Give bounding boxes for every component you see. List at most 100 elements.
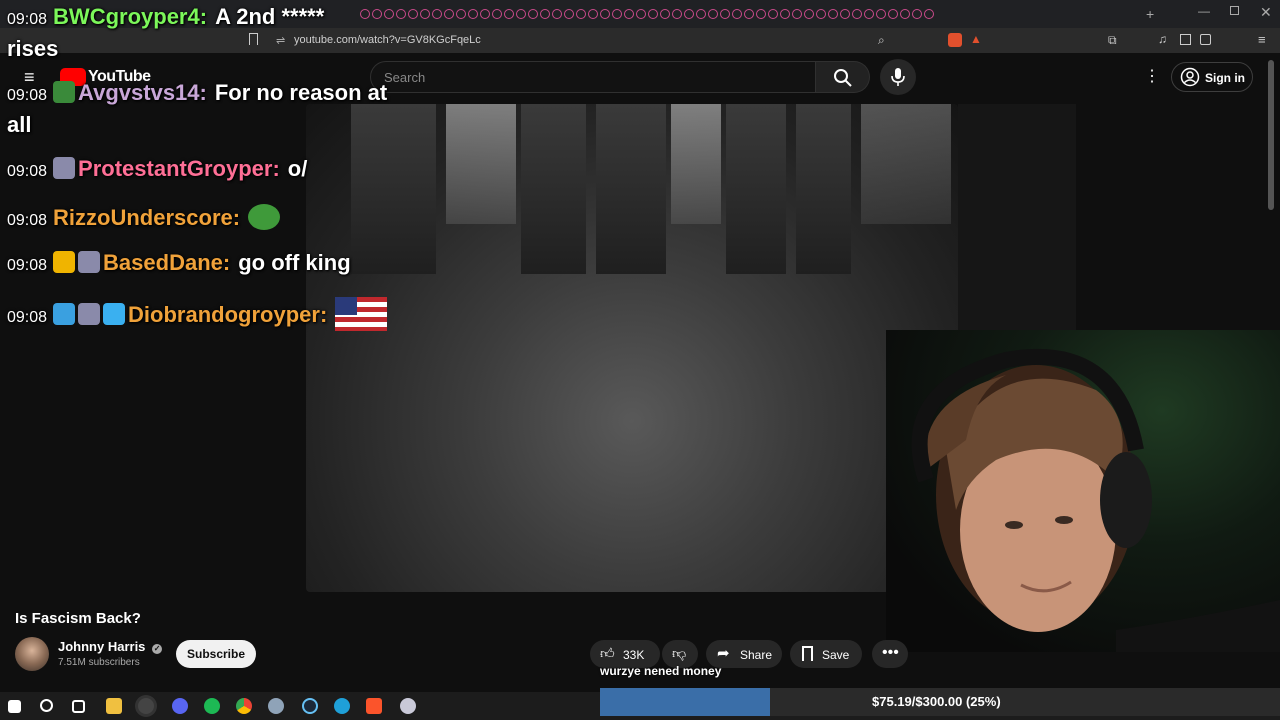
sidebar-icon[interactable] — [1180, 34, 1191, 45]
file-explorer-icon[interactable] — [106, 698, 122, 714]
tab-favicon-icon[interactable] — [768, 9, 778, 19]
steam-icon[interactable] — [302, 698, 318, 714]
tab-favicon-icon[interactable] — [444, 9, 454, 19]
tab-favicon-icon[interactable] — [420, 9, 430, 19]
chat-message-text: o/ — [287, 156, 308, 181]
tab-favicon-icon[interactable] — [816, 9, 826, 19]
tab-favicon-icon[interactable] — [576, 9, 586, 19]
tab-favicon-icon[interactable] — [888, 9, 898, 19]
task-view-icon[interactable] — [72, 700, 85, 713]
taskbar-search-icon[interactable] — [40, 699, 53, 712]
search-input[interactable]: Search — [370, 61, 816, 93]
page-scrollbar[interactable] — [1268, 60, 1274, 210]
streamer-webcam — [886, 330, 1280, 652]
tab-favicon-icon[interactable] — [876, 9, 886, 19]
tab-favicon-icon[interactable] — [720, 9, 730, 19]
windows-start-icon[interactable] — [8, 700, 21, 713]
spotify-icon[interactable] — [204, 698, 220, 714]
tab-favicon-icon[interactable] — [792, 9, 802, 19]
tab-favicon-icon[interactable] — [732, 9, 742, 19]
maximize-icon[interactable] — [1230, 6, 1239, 15]
chat-separator: : — [272, 156, 280, 181]
edge-icon[interactable] — [334, 698, 350, 714]
tab-favicon-icon[interactable] — [864, 9, 874, 19]
app-icon[interactable] — [268, 698, 284, 714]
chat-message-text: For no reason at — [214, 80, 388, 105]
media-icon[interactable]: ♫ — [1158, 32, 1167, 46]
bookmark-icon[interactable] — [249, 33, 258, 45]
chat-message: all — [7, 112, 31, 138]
new-tab-icon[interactable]: + — [1146, 6, 1154, 22]
sign-in-button[interactable]: Sign in — [1171, 62, 1253, 92]
tab-favicon-icon[interactable] — [528, 9, 538, 19]
tab-favicon-icon[interactable] — [540, 9, 550, 19]
wallet-icon[interactable] — [1200, 34, 1211, 45]
chat-username: RizzoUnderscore — [53, 205, 233, 230]
site-info-icon[interactable]: ⇌ — [276, 34, 285, 47]
search-placeholder: Search — [384, 70, 426, 85]
tab-favicon-icon[interactable] — [360, 9, 370, 19]
tab-favicon-icon[interactable] — [588, 9, 598, 19]
channel-name[interactable]: Johnny Harris ✓ — [58, 639, 163, 654]
tab-favicon-icon[interactable] — [744, 9, 754, 19]
search-button[interactable] — [816, 61, 870, 93]
video-player[interactable] — [306, 104, 958, 592]
app-icon-2[interactable] — [400, 698, 416, 714]
tab-favicon-icon[interactable] — [636, 9, 646, 19]
tab-favicon-icon[interactable] — [624, 9, 634, 19]
minimize-icon[interactable]: — — [1198, 4, 1210, 18]
tab-favicon-icon[interactable] — [432, 9, 442, 19]
tab-favicon-icon[interactable] — [612, 9, 622, 19]
tab-favicon-icon[interactable] — [516, 9, 526, 19]
subscribe-button[interactable]: Subscribe — [176, 640, 256, 668]
menu-icon[interactable]: ≡ — [1258, 32, 1266, 47]
brave-rewards-icon[interactable]: ▲ — [970, 32, 982, 46]
zoom-icon[interactable]: ⌕ — [878, 33, 885, 48]
tab-favicon-icon[interactable] — [828, 9, 838, 19]
more-actions-button[interactable]: ••• — [872, 640, 908, 668]
discord-icon[interactable] — [172, 698, 188, 714]
tab-favicon-icon[interactable] — [648, 9, 658, 19]
tab-favicon-icon[interactable] — [384, 9, 394, 19]
tab-favicon-icon[interactable] — [408, 9, 418, 19]
tab-favicon-icon[interactable] — [924, 9, 934, 19]
tab-favicon-icon[interactable] — [396, 9, 406, 19]
save-button[interactable]: Save — [790, 640, 862, 668]
tab-favicon-icon[interactable] — [756, 9, 766, 19]
brave-icon[interactable] — [366, 698, 382, 714]
channel-avatar[interactable] — [15, 637, 49, 671]
tab-favicon-icon[interactable] — [480, 9, 490, 19]
tab-favicon-icon[interactable] — [696, 9, 706, 19]
chrome-icon[interactable] — [236, 698, 252, 714]
tab-favicon-icon[interactable] — [780, 9, 790, 19]
tab-favicon-icon[interactable] — [468, 9, 478, 19]
tab-favicon-icon[interactable] — [600, 9, 610, 19]
address-bar-url[interactable]: youtube.com/watch?v=GV8KGcFqeLc — [294, 34, 481, 46]
tab-favicon-icon[interactable] — [684, 9, 694, 19]
chat-badge-icon — [53, 251, 76, 273]
tab-favicon-icon[interactable] — [672, 9, 682, 19]
more-options-icon[interactable]: ⋮ — [1144, 66, 1160, 86]
chat-message-text: go off king — [238, 250, 351, 275]
tab-favicon-icon[interactable] — [660, 9, 670, 19]
tab-favicon-icon[interactable] — [504, 9, 514, 19]
tab-favicon-icon[interactable] — [372, 9, 382, 19]
tab-favicon-icon[interactable] — [564, 9, 574, 19]
tab-favicon-icon[interactable] — [804, 9, 814, 19]
close-window-icon[interactable]: ✕ — [1260, 4, 1272, 21]
tab-favicon-icon[interactable] — [492, 9, 502, 19]
obs-icon[interactable] — [138, 698, 154, 714]
tab-favicon-icon[interactable] — [912, 9, 922, 19]
voice-search-button[interactable] — [880, 59, 916, 95]
tab-favicon-icon[interactable] — [456, 9, 466, 19]
tab-favicon-icon[interactable] — [552, 9, 562, 19]
chat-message: 09:08 Diobrandogroyper: — [7, 297, 388, 331]
chat-message: 09:08 Avgvstvs14: For no reason at — [7, 80, 387, 106]
donation-goal-bar: $75.19/$300.00 (25%) — [600, 688, 1280, 716]
extensions-icon[interactable]: ⧉ — [1108, 33, 1117, 48]
brave-shield-icon[interactable] — [948, 33, 962, 47]
tab-favicon-icon[interactable] — [900, 9, 910, 19]
tab-favicon-icon[interactable] — [852, 9, 862, 19]
tab-favicon-icon[interactable] — [840, 9, 850, 19]
tab-favicon-icon[interactable] — [708, 9, 718, 19]
